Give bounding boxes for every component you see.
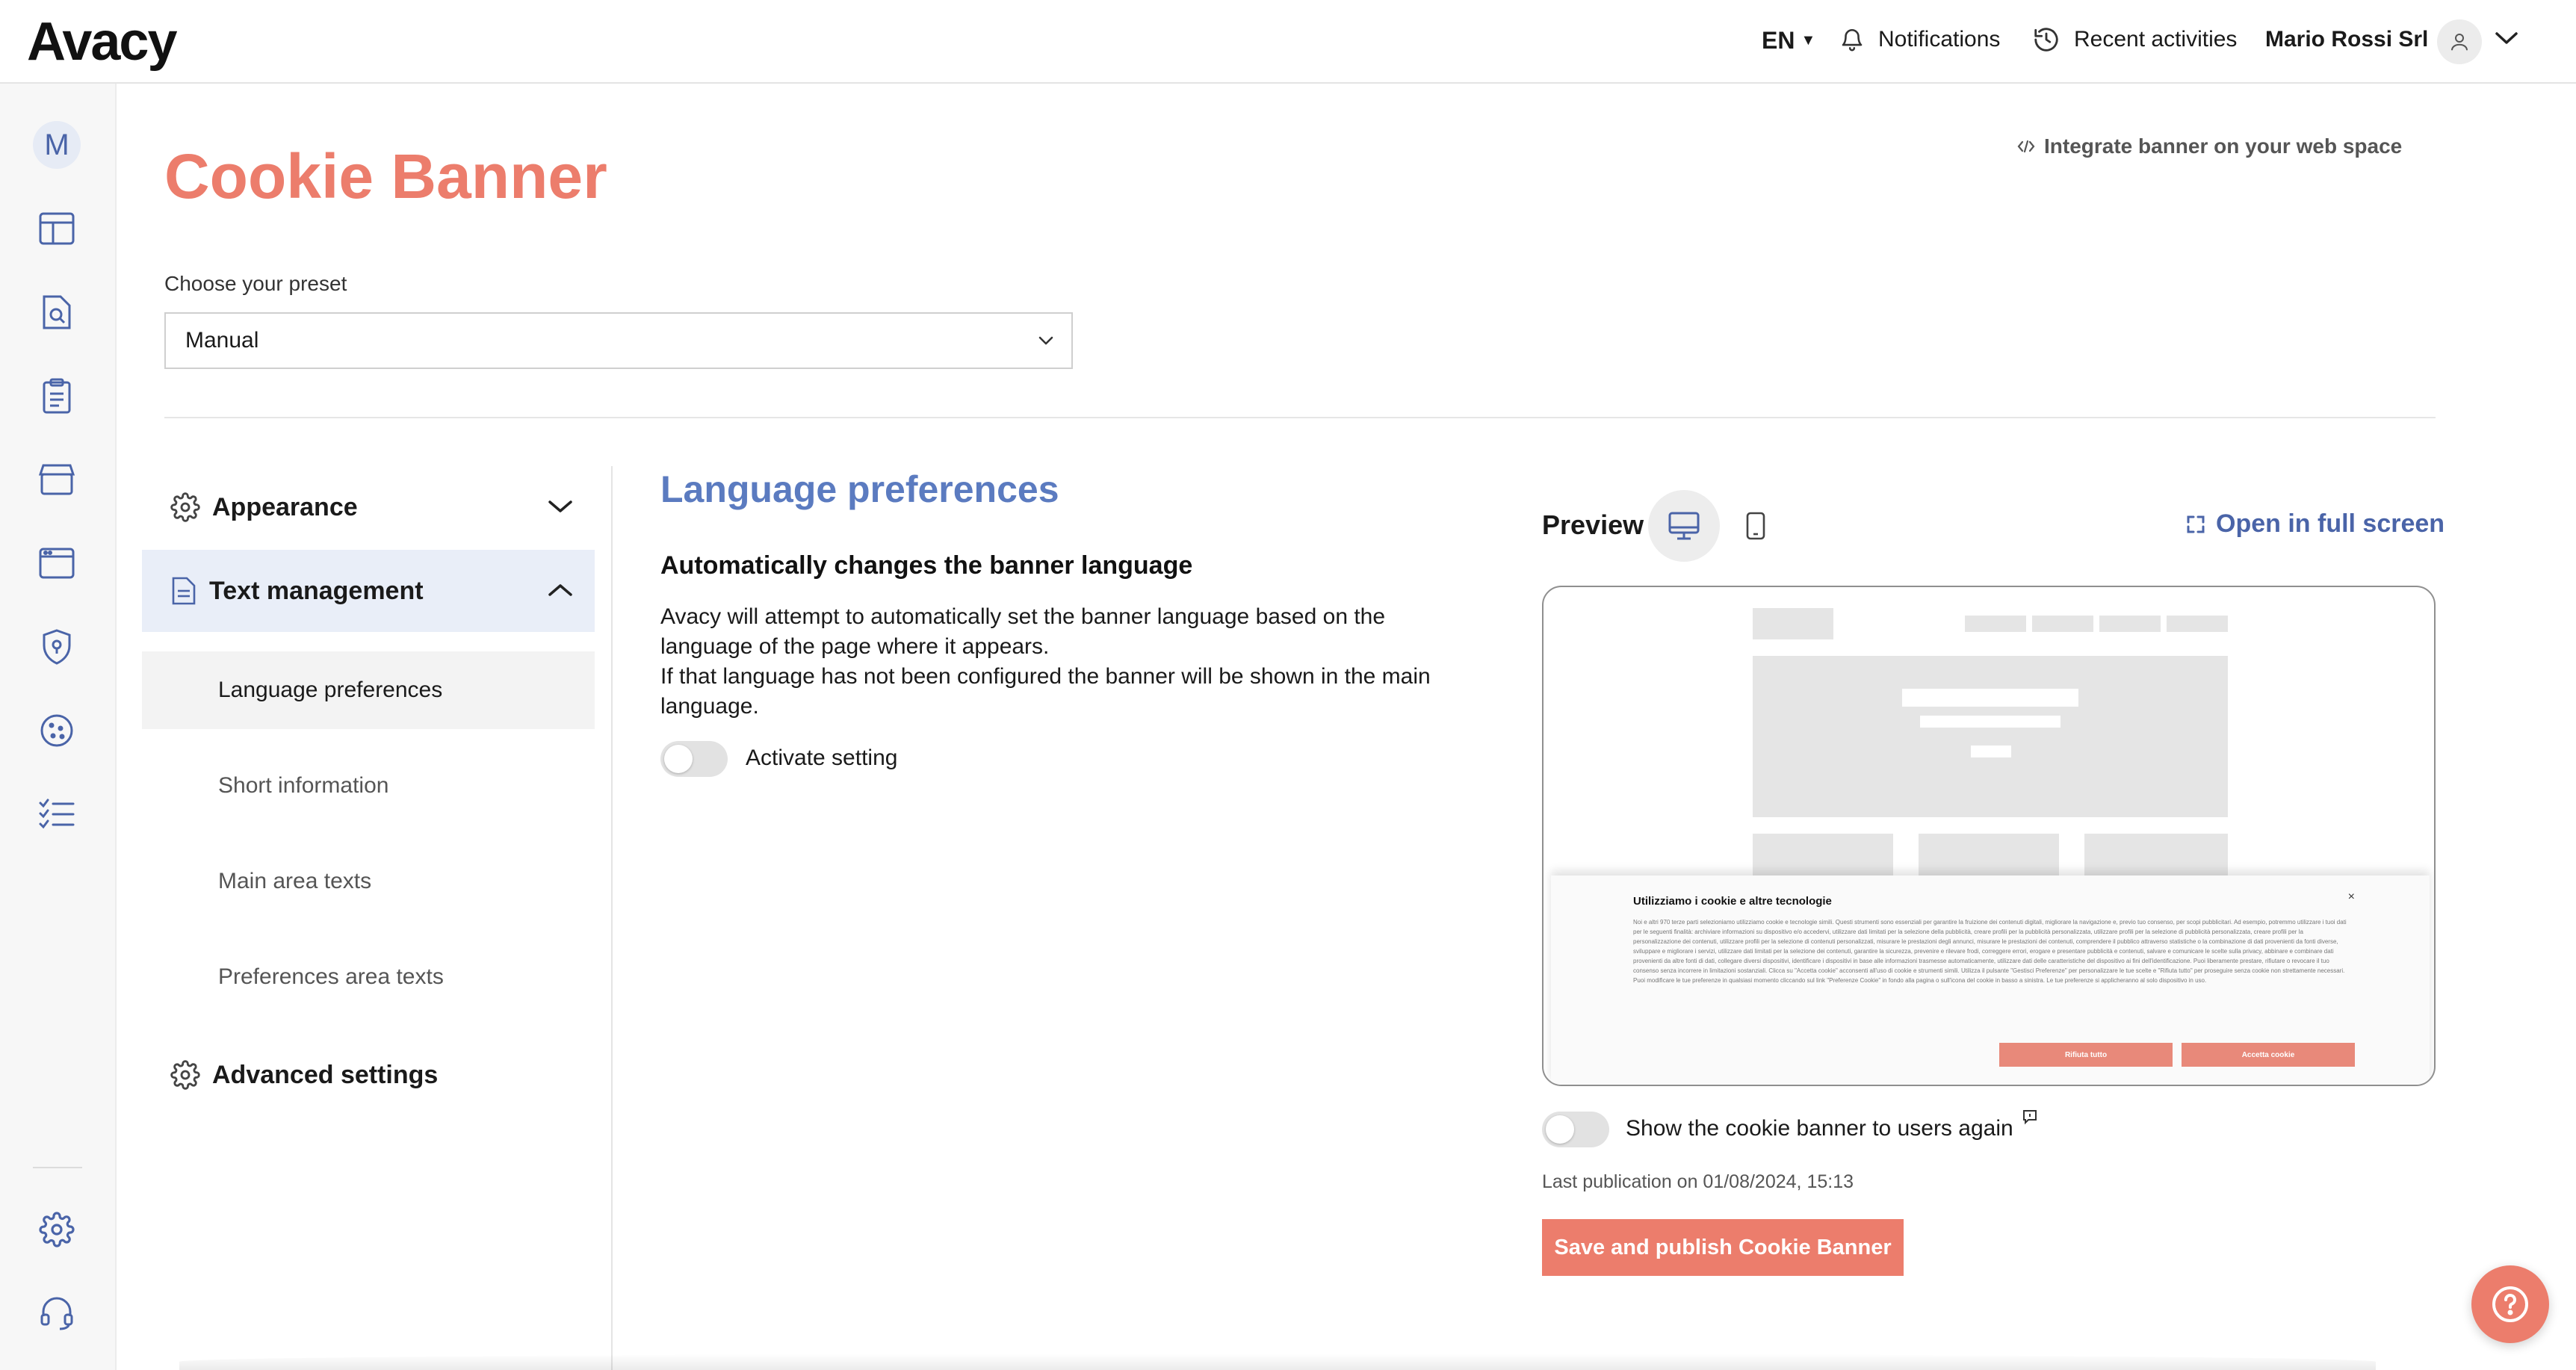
notifications-button[interactable]: Notifications [1839, 25, 2000, 54]
browser-window-icon[interactable] [34, 541, 79, 586]
chevron-down-icon [1037, 335, 1055, 347]
nav-text-management-label: Text management [209, 576, 424, 605]
cookie-banner-mock: Utilizziamo i cookie e altre tecnologie … [1551, 875, 2430, 1085]
account-name[interactable]: Mario Rossi Srl [2265, 27, 2428, 52]
setting-heading: Automatically changes the banner languag… [660, 551, 1193, 580]
close-icon: × [2347, 890, 2355, 903]
cookie-banner-title: Utilizziamo i cookie e altre tecnologie [1633, 895, 1832, 908]
nav-text-management[interactable]: Text management [142, 550, 595, 632]
user-avatar[interactable] [2437, 19, 2482, 64]
preview-label: Preview [1542, 509, 1644, 540]
nav-item-preferences-area-texts[interactable]: Preferences area texts [142, 938, 595, 1016]
preset-label: Choose your preset [164, 272, 347, 295]
recent-activities-label: Recent activities [2074, 27, 2238, 52]
mobile-icon [1745, 511, 1766, 541]
headset-icon[interactable] [34, 1291, 79, 1336]
save-publish-button[interactable]: Save and publish Cookie Banner [1542, 1219, 1904, 1276]
cookie-icon[interactable] [34, 708, 79, 753]
cookie-accept-button: Accetta cookie [2182, 1043, 2355, 1067]
preset-select[interactable]: Manual [164, 312, 1073, 369]
nav-item-main-area-texts[interactable]: Main area texts [142, 843, 595, 920]
mock-hero-line [1920, 716, 2061, 728]
nav-appearance[interactable]: Appearance [142, 466, 595, 548]
bottom-shadow [179, 1354, 2376, 1370]
info-tooltip-icon[interactable] [2022, 1109, 2038, 1125]
bell-icon [1839, 25, 1865, 54]
avacy-logo[interactable]: Avacy [27, 12, 177, 72]
layout-icon[interactable] [34, 206, 79, 251]
document-search-icon[interactable] [34, 290, 79, 335]
gear-icon[interactable] [34, 1207, 79, 1252]
recent-activities-button[interactable]: Recent activities [2032, 25, 2237, 54]
mock-hero [1753, 656, 2228, 817]
nav-item-language-preferences[interactable]: Language preferences [142, 651, 595, 729]
caret-down-icon: ▼ [1801, 32, 1816, 49]
banner-preview-frame: Utilizziamo i cookie e altre tecnologie … [1542, 586, 2436, 1086]
notifications-label: Notifications [1878, 27, 2001, 52]
mock-nav-item [2167, 616, 2228, 632]
mock-hero-line [1902, 689, 2078, 707]
cookie-banner-text: Noi e altri 970 terze parti selezioniamo… [1633, 919, 2347, 984]
mock-nav-item [2032, 616, 2093, 632]
nav-item-short-information[interactable]: Short information [142, 747, 595, 825]
last-publication-date: Last publication on 01/08/2024, 15:13 [1542, 1171, 1854, 1192]
mock-logo [1753, 608, 1833, 639]
clipboard-icon[interactable] [34, 374, 79, 418]
nav-advanced-settings[interactable]: Advanced settings [142, 1034, 595, 1116]
nav-advanced-settings-label: Advanced settings [212, 1060, 439, 1089]
cookie-reject-button: Rifiuta tutto [1999, 1043, 2173, 1067]
integrate-banner-label: Integrate banner on your web space [2044, 134, 2403, 158]
checklist-icon[interactable] [34, 792, 79, 837]
document-icon [170, 576, 197, 606]
mobile-preview-button[interactable] [1720, 490, 1792, 562]
show-again-toggle[interactable] [1542, 1112, 1609, 1147]
open-fullscreen-link[interactable]: Open in full screen [2186, 509, 2445, 539]
expand-icon [2186, 515, 2205, 534]
section-title: Language preferences [660, 468, 1059, 510]
desktop-preview-button[interactable] [1648, 490, 1720, 562]
chevron-down-icon [547, 498, 574, 515]
section-divider [164, 417, 2436, 418]
mock-nav-item [2099, 616, 2161, 632]
setting-description: Avacy will attempt to automatically set … [660, 604, 1431, 719]
open-fullscreen-label: Open in full screen [2216, 509, 2445, 538]
mock-nav-item [1965, 616, 2026, 632]
activate-setting-toggle[interactable] [660, 741, 728, 777]
integrate-banner-link[interactable]: Integrate banner on your web space [2017, 134, 2402, 158]
preset-value: Manual [185, 328, 259, 353]
nav-appearance-label: Appearance [212, 492, 358, 521]
code-icon [2017, 139, 2035, 154]
page-title: Cookie Banner [164, 141, 607, 211]
gear-icon [170, 1060, 200, 1090]
workspace-avatar[interactable]: M [33, 121, 81, 169]
activate-setting-label: Activate setting [746, 746, 898, 770]
gear-icon [170, 492, 200, 522]
sidebar-divider [33, 1167, 82, 1168]
desktop-icon [1668, 511, 1700, 541]
language-selector[interactable]: EN ▼ [1762, 27, 1815, 55]
shield-icon[interactable] [34, 624, 79, 669]
mock-hero-button [1971, 746, 2011, 757]
chevron-up-icon [547, 581, 574, 599]
help-button[interactable] [2471, 1265, 2549, 1343]
language-code: EN [1762, 27, 1795, 54]
show-again-label: Show the cookie banner to users again [1626, 1116, 2013, 1141]
store-icon[interactable] [34, 457, 79, 502]
top-bar: Avacy EN ▼ Notifications Recent activiti… [0, 0, 2576, 84]
chevron-down-icon[interactable] [2494, 30, 2519, 46]
history-icon [2032, 25, 2061, 54]
question-icon [2491, 1285, 2530, 1324]
vertical-divider [611, 466, 613, 1370]
